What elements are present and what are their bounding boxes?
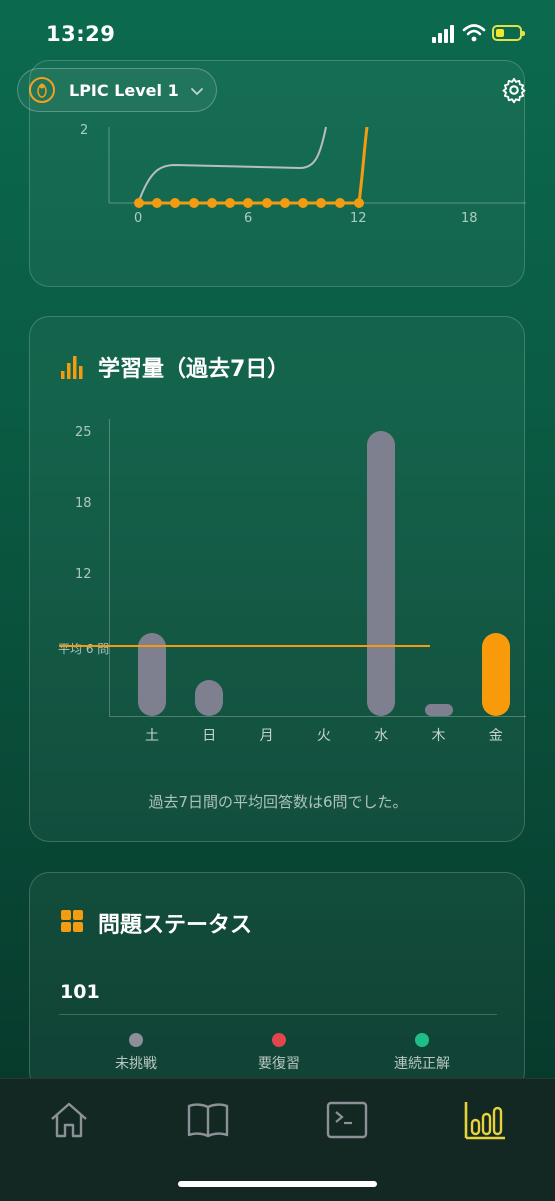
question-status-card: 問題ステータス 101 未挑戦 要復習 連続正解 [29, 872, 525, 1092]
day-label-2: 月 [259, 728, 274, 744]
progress-chart-card: 2 0 6 12 18 [29, 60, 526, 287]
section-label: 101 [60, 981, 100, 1003]
day-label-3: 火 [316, 728, 331, 744]
x-tick: 18 [461, 211, 478, 226]
legend-dot [129, 1033, 143, 1047]
grid-icon [61, 910, 83, 932]
x-tick: 0 [134, 211, 143, 226]
legend-label: 要復習 [258, 1056, 300, 1072]
stats-icon [464, 1102, 505, 1140]
x-tick: 12 [350, 211, 367, 226]
status-bar: 13:29 [0, 0, 555, 66]
day-label-0: 土 [145, 728, 159, 744]
wifi-icon [462, 24, 486, 42]
legend-label: 未挑戦 [115, 1056, 157, 1072]
legend-label: 連続正解 [394, 1056, 450, 1072]
day-label-1: 日 [202, 728, 217, 744]
tab-stats[interactable] [462, 1097, 508, 1143]
legend-dot [415, 1033, 429, 1047]
bar-6 [481, 632, 510, 716]
y-tick: 25 [75, 425, 92, 440]
study-volume-card: 学習量（過去7日） 25 18 12 平均 6 問 土 日 月 火 水 木 金 過去7日間の… [29, 316, 526, 842]
tab-book[interactable] [185, 1097, 231, 1143]
tab-terminal[interactable] [324, 1097, 370, 1143]
bar-1 [195, 680, 224, 716]
terminal-icon [326, 1101, 368, 1139]
day-label-5: 木 [431, 728, 446, 744]
tab-home[interactable] [46, 1097, 92, 1143]
signal-icon [432, 25, 456, 43]
bar-chart-icon [61, 356, 83, 379]
battery-icon [492, 25, 525, 41]
section-divider [59, 1014, 497, 1015]
study-caption: 過去7日間の平均回答数は6問でした。 [148, 793, 408, 811]
progress-line-chart [108, 126, 526, 208]
bar-5 [424, 704, 453, 716]
legend-dot [272, 1033, 286, 1047]
x-axis [109, 716, 526, 717]
y-tick: 18 [75, 496, 92, 511]
book-icon [187, 1103, 229, 1138]
y-axis [109, 419, 110, 716]
day-label-4: 水 [374, 728, 389, 744]
x-tick: 6 [244, 211, 253, 226]
home-indicator [178, 1181, 377, 1187]
status-card-title: 問題ステータス [98, 913, 253, 938]
y-tick: 12 [75, 567, 92, 582]
study-card-title: 学習量（過去7日） [98, 357, 290, 382]
average-label: 平均 6 問 [58, 642, 110, 656]
day-label-6: 金 [488, 728, 503, 744]
status-time: 13:29 [46, 22, 116, 46]
average-line [59, 644, 430, 647]
home-icon [51, 1102, 87, 1138]
bar-4 [367, 430, 396, 716]
